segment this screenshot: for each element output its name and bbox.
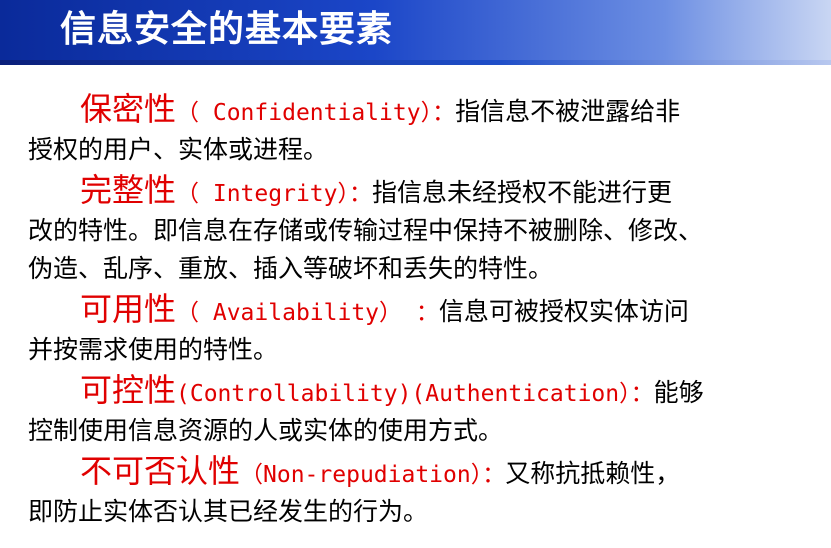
item-non-repudiation: 不可否认性（Non-repudiation）：又称抗抵赖性， 即防止实体否认其已… (28, 450, 828, 531)
item-continuation: 控制使用信息资源的人或实体的使用方式。 (28, 416, 504, 445)
item-first-line: 完整性（ Integrity）：指信息未经授权不能进行更 (28, 169, 828, 212)
item-first-line: 可控性(Controllability)(Authentication）：能够 (28, 369, 828, 412)
item-first-line: 可用性（ Availability） ：信息可被授权实体访问 (28, 288, 828, 331)
item-english: （ Integrity）： (176, 181, 372, 207)
item-term: 保密性 (80, 90, 177, 128)
slide-content: 保密性（ Confidentiality）：指信息不被泄露给非 授权的用户、实体… (28, 88, 828, 531)
item-term: 可控性 (80, 371, 177, 409)
item-desc: 指信息未经授权不能进行更 (372, 178, 673, 207)
item-english: （ Availability） ： (176, 300, 439, 326)
item-continuation: 授权的用户、实体或进程。 (28, 135, 329, 164)
item-english: （ Confidentiality）： (176, 100, 456, 126)
item-english: （Non-repudiation）： (240, 462, 506, 488)
item-continuation: 即防止实体否认其已经发生的行为。 (28, 497, 429, 526)
item-term: 可用性 (80, 290, 177, 328)
item-desc: 信息可被授权实体访问 (438, 297, 689, 326)
item-first-line: 不可否认性（Non-repudiation）：又称抗抵赖性， (28, 450, 828, 493)
item-confidentiality: 保密性（ Confidentiality）：指信息不被泄露给非 授权的用户、实体… (28, 88, 828, 169)
item-continuation: 并按需求使用的特性。 (28, 335, 279, 364)
header-underline (0, 60, 831, 65)
item-integrity: 完整性（ Integrity）：指信息未经授权不能进行更 改的特性。即信息在存储… (28, 169, 828, 288)
item-first-line: 保密性（ Confidentiality）：指信息不被泄露给非 (28, 88, 828, 131)
item-continuation: 伪造、乱序、重放、插入等破坏和丢失的特性。 (28, 254, 554, 283)
item-term: 完整性 (80, 171, 177, 209)
item-desc: 能够 (653, 378, 704, 407)
item-desc: 又称抗抵赖性， (505, 459, 681, 488)
item-controllability: 可控性(Controllability)(Authentication）：能够 … (28, 369, 828, 450)
item-continuation: 改的特性。即信息在存储或传输过程中保持不被删除、修改、 (28, 216, 704, 245)
item-availability: 可用性（ Availability） ：信息可被授权实体访问 并按需求使用的特性… (28, 288, 828, 369)
item-desc: 指信息不被泄露给非 (455, 97, 681, 126)
slide-title: 信息安全的基本要素 (60, 9, 394, 50)
item-term: 不可否认性 (80, 452, 241, 490)
item-english: (Controllability)(Authentication）： (176, 381, 654, 407)
